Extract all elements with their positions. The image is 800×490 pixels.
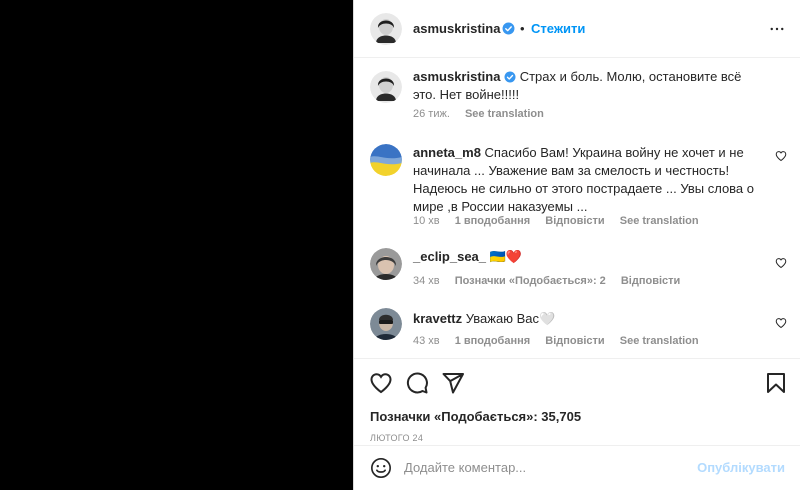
publish-button[interactable]: Опублікувати — [697, 460, 785, 475]
comment-icon[interactable] — [405, 371, 429, 395]
see-translation-link[interactable]: See translation — [620, 215, 699, 227]
comments-list[interactable]: asmuskristina Страх и боль. Молю, остано… — [354, 58, 800, 358]
comment-like-heart-icon[interactable] — [775, 257, 787, 269]
comment-text: anneta_m8 Спасибо Вам! Украина войну не … — [413, 144, 758, 216]
post-media — [0, 0, 353, 490]
bookmark-icon[interactable] — [764, 371, 788, 395]
see-translation-link[interactable]: See translation — [620, 335, 699, 347]
comment-input[interactable]: Додайте коментар... — [404, 460, 526, 475]
comment-row: anneta_m8 Спасибо Вам! Украина войну не … — [354, 144, 800, 234]
post-header: asmuskristina • Стежити — [354, 0, 800, 58]
comment-time[interactable]: 34 хв — [413, 275, 440, 287]
likes-count[interactable]: Позначки «Подобається»: 35,705 — [370, 409, 581, 424]
comment-time[interactable]: 43 хв — [413, 335, 440, 347]
comment-username[interactable]: kravettz — [413, 311, 462, 326]
comment-text: _eclip_sea_ 🇺🇦❤️ — [413, 248, 522, 266]
comment-likes[interactable]: 1 вподобання — [455, 335, 530, 347]
author-avatar[interactable] — [370, 13, 402, 45]
comment-text: kravettz Уважаю Вас🤍 — [413, 310, 555, 328]
comment-avatar[interactable] — [370, 248, 402, 280]
caption-time[interactable]: 26 тиж. — [413, 108, 450, 120]
follow-button[interactable]: Стежити — [531, 21, 585, 36]
caption-username[interactable]: asmuskristina — [413, 69, 500, 84]
comment-username[interactable]: _eclip_sea_ — [413, 249, 486, 264]
comment-username[interactable]: anneta_m8 — [413, 145, 481, 160]
comment-like-heart-icon[interactable] — [775, 317, 787, 329]
author-username[interactable]: asmuskristina — [413, 21, 500, 36]
more-options-icon[interactable] — [768, 20, 786, 38]
comment-meta: 43 хв 1 вподобання Відповісти See transl… — [413, 335, 711, 347]
comment-likes[interactable]: 1 вподобання — [455, 215, 530, 227]
comment-likes[interactable]: Позначки «Подобається»: 2 — [455, 275, 606, 287]
comment-like-heart-icon[interactable] — [775, 150, 787, 162]
caption-avatar[interactable] — [370, 71, 402, 103]
caption-text: asmuskristina Страх и боль. Молю, остано… — [413, 68, 763, 104]
comment-body: 🇺🇦❤️ — [489, 249, 523, 264]
comment-meta: 34 хв Позначки «Подобається»: 2 Відповіс… — [413, 275, 692, 287]
post-panel: asmuskristina • Стежити asmuskristina Ст… — [353, 0, 800, 490]
caption-row: asmuskristina Страх и боль. Молю, остано… — [354, 68, 800, 128]
comment-row: _eclip_sea_ 🇺🇦❤️ 34 хв Позначки «Подобає… — [354, 248, 800, 292]
post-actions: Позначки «Подобається»: 35,705 ЛЮТОГО 24 — [354, 358, 800, 453]
reply-button[interactable]: Відповісти — [621, 275, 680, 287]
verified-badge-icon — [504, 71, 516, 83]
caption-meta: 26 тиж. See translation — [413, 108, 556, 120]
comment-body: Уважаю Вас🤍 — [465, 311, 556, 326]
comment-time[interactable]: 10 хв — [413, 215, 440, 227]
add-comment-bar: Додайте коментар... Опублікувати — [354, 445, 800, 490]
comment-avatar[interactable] — [370, 308, 402, 340]
comment-avatar[interactable] — [370, 144, 402, 176]
post-date[interactable]: ЛЮТОГО 24 — [370, 433, 423, 443]
emoji-icon[interactable] — [370, 457, 392, 479]
comment-meta: 10 хв 1 вподобання Відповісти See transl… — [413, 215, 711, 227]
reply-button[interactable]: Відповісти — [545, 215, 604, 227]
header-separator: • — [520, 21, 525, 36]
heart-icon[interactable] — [369, 371, 393, 395]
comment-row: kravettz Уважаю Вас🤍 43 хв 1 вподобання … — [354, 308, 800, 352]
verified-badge-icon — [502, 22, 515, 35]
share-icon[interactable] — [441, 371, 465, 395]
see-translation-link[interactable]: See translation — [465, 108, 544, 120]
reply-button[interactable]: Відповісти — [545, 335, 604, 347]
